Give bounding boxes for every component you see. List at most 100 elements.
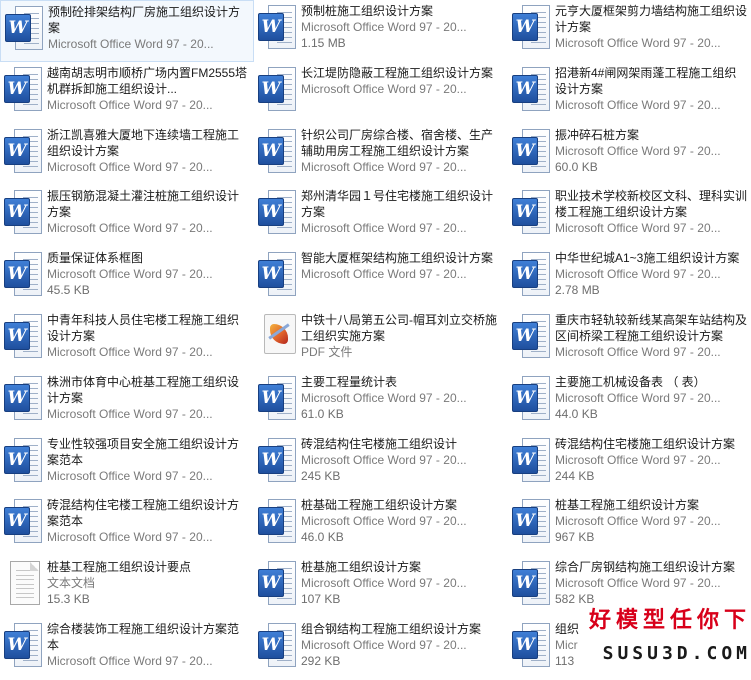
file-item[interactable]: W 综合厂房钢结构施工组织设计方案 Microsoft Office Word 97… xyxy=(508,556,751,618)
file-item[interactable]: W 振冲碎石桩方案 Microsoft Office Word 97 - 20...… xyxy=(508,124,751,186)
file-item[interactable]: W 智能大厦框架结构施工组织设计方案 Microsoft Office Word 9… xyxy=(254,247,508,309)
file-type: PDF 文件 xyxy=(301,344,353,359)
word-doc-icon: W xyxy=(512,622,550,669)
file-meta: 中华世纪城A1~3施工组织设计方案 Microsoft Office Word 9… xyxy=(555,250,747,298)
file-size: 244 KB xyxy=(555,468,595,483)
file-item[interactable]: W 专业性较强项目安全施工组织设计方案范本 Microsoft Office Wor… xyxy=(0,433,254,495)
file-item[interactable]: W 砖混结构住宅楼施工组织设计 Microsoft Office Word 97 -… xyxy=(254,433,508,495)
file-item[interactable]: W 砖混结构住宅楼工程施工组织设计方案范本 Microsoft Office Wor… xyxy=(0,494,254,556)
file-list-tiles-view: W 预制砼排架结构厂房施工组织设计方案 Microsoft Office Word … xyxy=(0,0,751,677)
word-doc-icon: W xyxy=(4,499,42,545)
word-doc-icon: W xyxy=(512,128,550,175)
file-meta: 重庆市轻轨较新线某高架车站结构及区间桥梁工程施工组织设计方案 Microsoft … xyxy=(555,312,747,360)
file-icon-wrapper: W xyxy=(0,65,44,121)
file-item[interactable]: W 长江堤防隐蔽工程施工组织设计方案 Microsoft Office Word 9… xyxy=(254,62,508,124)
file-item[interactable]: W 组合钢结构工程施工组织设计方案 Microsoft Office Word 97… xyxy=(254,618,508,680)
file-type: Microsoft Office Word 97 - 20... xyxy=(555,143,721,158)
file-item[interactable]: W 郑州清华园１号住宅楼施工组织设计方案 Microsoft Office Word… xyxy=(254,185,508,247)
file-item[interactable]: W 主要施工机械设备表 （ 表） Microsoft Office Word 97 … xyxy=(508,371,751,433)
file-name: 主要施工机械设备表 （ 表） xyxy=(555,374,706,389)
file-icon-wrapper: W xyxy=(254,188,298,244)
file-meta: 振冲碎石桩方案 Microsoft Office Word 97 - 20... 6… xyxy=(555,127,747,175)
file-type: Microsoft Office Word 97 - 20... xyxy=(555,576,721,591)
file-icon-wrapper: W xyxy=(508,374,552,430)
file-item[interactable]: W 预制桩施工组织设计方案 Microsoft Office Word 97 - 2… xyxy=(254,0,508,62)
file-meta: 综合厂房钢结构施工组织设计方案 Microsoft Office Word 97 … xyxy=(555,559,747,607)
file-name: 元亨大厦框架剪力墙结构施工组织设计方案 xyxy=(555,4,747,34)
word-doc-icon: W xyxy=(512,190,550,236)
file-name: 振压钢筋混凝土灌注桩施工组织设计方案 xyxy=(47,189,240,220)
file-name: 综合楼装饰工程施工组织设计方案范本 xyxy=(47,621,240,652)
file-item[interactable]: W 职业技术学校新校区文科、理科实训楼工程施工组织设计方案 Microsoft Of… xyxy=(508,185,751,247)
file-meta: 砖混结构住宅楼工程施工组织设计方案范本 Microsoft Office Word… xyxy=(47,497,250,545)
word-doc-icon: W xyxy=(512,375,550,422)
file-type: Microsoft Office Word 97 - 20... xyxy=(555,97,721,112)
file-name: 浙江凯喜雅大厦地下连续墙工程施工组织设计方案 xyxy=(47,127,240,158)
file-icon-wrapper: W xyxy=(254,621,298,677)
word-doc-icon: W xyxy=(512,313,550,360)
file-meta: 越南胡志明市顺桥广场内置FM2555塔机群拆卸施工组织设计... Microsof… xyxy=(47,65,250,113)
file-size: 1.15 MB xyxy=(301,36,346,50)
file-name: 越南胡志明市顺桥广场内置FM2555塔机群拆卸施工组织设计... xyxy=(47,65,248,96)
word-doc-icon: W xyxy=(4,622,42,669)
file-type: Microsoft Office Word 97 - 20... xyxy=(301,20,467,34)
file-type: Microsoft Office Word 97 - 20... xyxy=(301,267,467,282)
word-doc-icon: W xyxy=(4,375,42,422)
file-item[interactable]: W 中华世纪城A1~3施工组织设计方案 Microsoft Office Word … xyxy=(508,247,751,309)
file-name: 桩基施工组织设计方案 xyxy=(301,560,422,575)
file-item[interactable]: W 浙江凯喜雅大厦地下连续墙工程施工组织设计方案 Microsoft Office … xyxy=(0,124,254,186)
file-item[interactable]: W 株洲市体育中心桩基工程施工组织设计方案 Microsoft Office Wor… xyxy=(0,371,254,433)
file-name: 桩基工程施工组织设计要点 xyxy=(47,560,192,575)
file-meta: 株洲市体育中心桩基工程施工组织设计方案 Microsoft Office Word… xyxy=(47,374,250,422)
file-size: 2.78 MB xyxy=(555,283,600,298)
file-icon-wrapper: W xyxy=(508,559,552,615)
word-doc-icon: W xyxy=(258,66,296,113)
file-meta: 组织 Micr 113 xyxy=(555,621,747,669)
word-doc-icon: W xyxy=(4,190,42,236)
file-icon-wrapper: W xyxy=(254,3,298,59)
file-item[interactable]: W 砖混结构住宅楼施工组织设计方案 Microsoft Office Word 97… xyxy=(508,433,751,495)
file-item[interactable]: W 元亨大厦框架剪力墙结构施工组织设计方案 Microsoft Office Wor… xyxy=(508,0,751,62)
file-item[interactable]: W 质量保证体系框图 Microsoft Office Word 97 - 20..… xyxy=(0,247,254,309)
file-meta: 浙江凯喜雅大厦地下连续墙工程施工组织设计方案 Microsoft Office W… xyxy=(47,127,250,175)
file-name: 重庆市轻轨较新线某高架车站结构及区间桥梁工程施工组织设计方案 xyxy=(555,312,747,343)
file-icon-wrapper: W xyxy=(254,250,298,306)
file-item[interactable]: W 桩基施工组织设计方案 Microsoft Office Word 97 - 20… xyxy=(254,556,508,618)
file-meta: 招港新4#闸网架雨蓬工程施工组织设计方案 Microsoft Office Wor… xyxy=(555,65,747,113)
file-name: 主要工程量统计表 xyxy=(301,374,398,389)
file-type: Microsoft Office Word 97 - 20... xyxy=(555,514,721,529)
file-icon-wrapper: W xyxy=(0,188,44,244)
file-type: Microsoft Office Word 97 - 20... xyxy=(47,468,213,483)
file-type: Microsoft Office Word 97 - 20... xyxy=(301,452,467,467)
file-item[interactable]: W 振压钢筋混凝土灌注桩施工组织设计方案 Microsoft Office Word… xyxy=(0,185,254,247)
file-item[interactable]: W 主要工程量统计表 Microsoft Office Word 97 - 20..… xyxy=(254,371,508,433)
file-name: 中华世纪城A1~3施工组织设计方案 xyxy=(555,251,740,266)
file-item[interactable]: W 桩基础工程施工组织设计方案 Microsoft Office Word 97 -… xyxy=(254,494,508,556)
file-name: 中青年科技人员住宅楼工程施工组织设计方案 xyxy=(47,312,240,343)
file-item[interactable]: W 中青年科技人员住宅楼工程施工组织设计方案 Microsoft Office Wo… xyxy=(0,309,254,371)
file-name: 针织公司厂房综合楼、宿舍楼、生产辅助用房工程施工组织设计方案 xyxy=(301,127,494,158)
file-item[interactable]: W 重庆市轻轨较新线某高架车站结构及区间桥梁工程施工组织设计方案 Microsoft… xyxy=(508,309,751,371)
file-item[interactable]: W 招港新4#闸网架雨蓬工程施工组织设计方案 Microsoft Office Wo… xyxy=(508,62,751,124)
file-name: 中铁十八局第五公司-帽耳刘立交桥施工组织实施方案 xyxy=(301,312,497,343)
file-meta: 预制砼排架结构厂房施工组织设计方案 Microsoft Office Word 9… xyxy=(48,4,249,52)
file-item[interactable]: W 桩基工程施工组织设计方案 Microsoft Office Word 97 - … xyxy=(508,494,751,556)
file-icon-wrapper xyxy=(254,312,298,368)
file-item[interactable]: W 越南胡志明市顺桥广场内置FM2555塔机群拆卸施工组织设计... Microso… xyxy=(0,62,254,124)
file-type: Microsoft Office Word 97 - 20... xyxy=(301,637,467,652)
file-item[interactable]: W 综合楼装饰工程施工组织设计方案范本 Microsoft Office Word … xyxy=(0,618,254,680)
file-name: 综合厂房钢结构施工组织设计方案 xyxy=(555,560,736,575)
file-size: 45.5 KB xyxy=(47,283,90,298)
file-item[interactable]: W 预制砼排架结构厂房施工组织设计方案 Microsoft Office Word … xyxy=(0,0,254,62)
file-meta: 预制桩施工组织设计方案 Microsoft Office Word 97 - 20… xyxy=(301,3,504,51)
file-name: 智能大厦框架结构施工组织设计方案 xyxy=(301,251,494,266)
file-meta: 职业技术学校新校区文科、理科实训楼工程施工组织设计方案 Microsoft Off… xyxy=(555,188,747,236)
file-meta: 主要施工机械设备表 （ 表） Microsoft Office Word 97 -… xyxy=(555,374,747,422)
file-size: 113 xyxy=(555,653,575,668)
file-item[interactable]: W 组织 Micr 113 xyxy=(508,618,751,680)
file-item[interactable]: W 针织公司厂房综合楼、宿舍楼、生产辅助用房工程施工组织设计方案 Microsoft… xyxy=(254,124,508,186)
word-doc-icon: W xyxy=(512,5,550,51)
file-item[interactable]: 中铁十八局第五公司-帽耳刘立交桥施工组织实施方案 PDF 文件 xyxy=(254,309,508,371)
file-item[interactable]: 桩基工程施工组织设计要点 文本文档 15.3 KB xyxy=(0,556,254,618)
file-type: Microsoft Office Word 97 - 20... xyxy=(301,390,467,405)
